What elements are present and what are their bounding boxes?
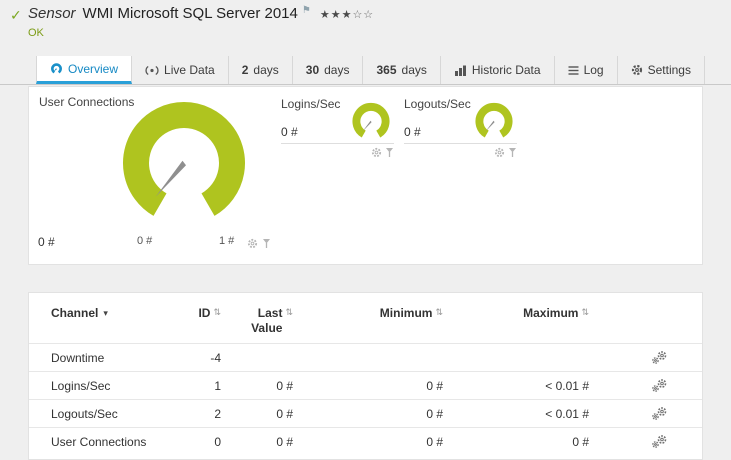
sort-icon: ⇅: [581, 307, 589, 317]
channel-id: 1: [214, 378, 221, 393]
mini-gauge-toolbar: [494, 147, 517, 158]
channel-maximum: 0 #: [572, 434, 589, 449]
sort-icon: ⇅: [285, 307, 293, 317]
tab-log[interactable]: Log: [555, 56, 618, 84]
tab-label: Settings: [647, 63, 691, 77]
pin-icon[interactable]: [385, 147, 394, 158]
channel-name: Logins/Sec: [51, 378, 111, 393]
table-row: Downtime -4: [29, 343, 702, 371]
mini-gauge-logouts: Logouts/Sec 0 #: [404, 97, 517, 161]
priority-stars[interactable]: ★★★☆☆: [320, 9, 374, 21]
gear-icon[interactable]: [494, 147, 505, 158]
main-gauge-scale-min: 0 #: [137, 235, 153, 247]
star-filled-icons: ★★★: [319, 9, 353, 21]
column-header-maximum[interactable]: Maximum ⇅: [443, 306, 589, 343]
sensor-header: ✓ Sensor WMI Microsoft SQL Server 2014 ⚑ ★★…: [0, 0, 731, 56]
channel-maximum: < 0.01 #: [545, 406, 589, 421]
column-header-id[interactable]: ID ⇅: [171, 306, 221, 343]
sensor-title-line: Sensor WMI Microsoft SQL Server 2014 ⚑ ★★★☆…: [28, 5, 374, 22]
star-empty-icons: ☆☆: [352, 9, 375, 21]
channel-name: Downtime: [51, 350, 105, 365]
table-row: User Connections 0 0 # 0 # 0 #: [29, 427, 702, 455]
divider: [281, 143, 394, 144]
tab-label: days: [401, 63, 427, 77]
bar-chart-icon: [454, 65, 466, 76]
tab-bar: Overview Live Data 2 days 30 days 365 da…: [0, 56, 731, 85]
tab-label: Live Data: [164, 63, 215, 77]
sort-down-icon: ▾: [103, 308, 108, 318]
channel-id: 0: [214, 434, 221, 449]
gauge-icon: [51, 62, 62, 73]
column-header-minimum[interactable]: Minimum ⇅: [293, 306, 443, 343]
tab-historic-data[interactable]: Historic Data: [441, 56, 555, 84]
user-connections-gauge: [123, 102, 245, 216]
status-badge: OK: [28, 27, 44, 39]
tab-label: Overview: [68, 61, 119, 76]
channel-maximum: < 0.01 #: [545, 378, 589, 393]
mini-gauge-toolbar: [371, 147, 394, 158]
tab-30-days[interactable]: 30 days: [293, 56, 364, 84]
gauges-panel: User Connections 0 # 0 # 1 # Logins/Sec …: [28, 86, 703, 265]
channel-settings-icon[interactable]: [651, 350, 668, 365]
flag-icon[interactable]: ⚑: [302, 5, 311, 16]
tab-label: Log: [583, 63, 604, 77]
divider: [404, 143, 517, 144]
channel-id: 2: [214, 406, 221, 421]
main-gauge-scale-max: 1 #: [219, 235, 235, 247]
column-header-channel[interactable]: Channel ▾: [51, 306, 171, 343]
channel-settings-icon[interactable]: [651, 434, 668, 449]
tab-number: 365: [376, 63, 397, 77]
tab-label: Historic Data: [471, 63, 541, 77]
sort-icon: ⇅: [213, 307, 221, 317]
object-kind-label: Sensor: [28, 5, 76, 22]
tab-overview[interactable]: Overview: [36, 56, 133, 84]
tab-label: days: [253, 63, 279, 77]
channel-last-value: 0 #: [276, 378, 293, 393]
status-ok-check-icon: ✓: [10, 7, 22, 23]
main-gauge-toolbar: [247, 238, 271, 249]
tab-365-days[interactable]: 365 days: [363, 56, 441, 84]
log-list-icon: [568, 65, 579, 75]
channel-name: Logouts/Sec: [51, 406, 118, 421]
gear-icon[interactable]: [371, 147, 382, 158]
channel-id: -4: [210, 350, 221, 365]
table-row: Logouts/Sec 2 0 # 0 # < 0.01 #: [29, 399, 702, 427]
tab-label: days: [324, 63, 350, 77]
column-header-last-value[interactable]: Last Value ⇅: [221, 306, 293, 343]
mini-gauge-value: 0 #: [404, 125, 421, 139]
tab-number: 30: [305, 63, 320, 77]
mini-gauge-value: 0 #: [281, 125, 298, 139]
logouts-gauge: [475, 102, 513, 138]
channel-minimum: 0 #: [426, 434, 443, 449]
tab-2-days[interactable]: 2 days: [229, 56, 293, 84]
channel-last-value: 0 #: [276, 406, 293, 421]
table-row: Logins/Sec 1 0 # 0 # < 0.01 #: [29, 371, 702, 399]
tab-number: 2: [241, 63, 249, 77]
channel-name: User Connections: [51, 434, 147, 449]
broadcast-icon: [145, 65, 159, 75]
logins-gauge: [352, 102, 390, 138]
channel-settings-icon[interactable]: [651, 406, 668, 421]
channel-last-value: 0 #: [276, 434, 293, 449]
channel-table-panel: Channel ▾ ID ⇅ Last Value ⇅ Minimum ⇅ Ma…: [28, 292, 703, 460]
pin-icon[interactable]: [262, 238, 271, 249]
main-gauge-value: 0 #: [38, 235, 55, 249]
sort-icon: ⇅: [435, 307, 443, 317]
gear-icon[interactable]: [247, 238, 258, 249]
column-header-actions: [589, 306, 680, 343]
channel-minimum: 0 #: [426, 378, 443, 393]
pin-icon[interactable]: [508, 147, 517, 158]
mini-gauge-logins: Logins/Sec 0 #: [281, 97, 394, 161]
page-title: WMI Microsoft SQL Server 2014: [82, 5, 298, 22]
prtg-sensor-page: ✓ Sensor WMI Microsoft SQL Server 2014 ⚑ ★★…: [0, 0, 731, 460]
channel-minimum: 0 #: [426, 406, 443, 421]
gear-icon: [631, 64, 642, 76]
tab-live-data[interactable]: Live Data: [132, 56, 229, 84]
table-header-row: Channel ▾ ID ⇅ Last Value ⇅ Minimum ⇅ Ma…: [29, 293, 702, 343]
tab-settings[interactable]: Settings: [618, 56, 705, 84]
channel-settings-icon[interactable]: [651, 378, 668, 393]
